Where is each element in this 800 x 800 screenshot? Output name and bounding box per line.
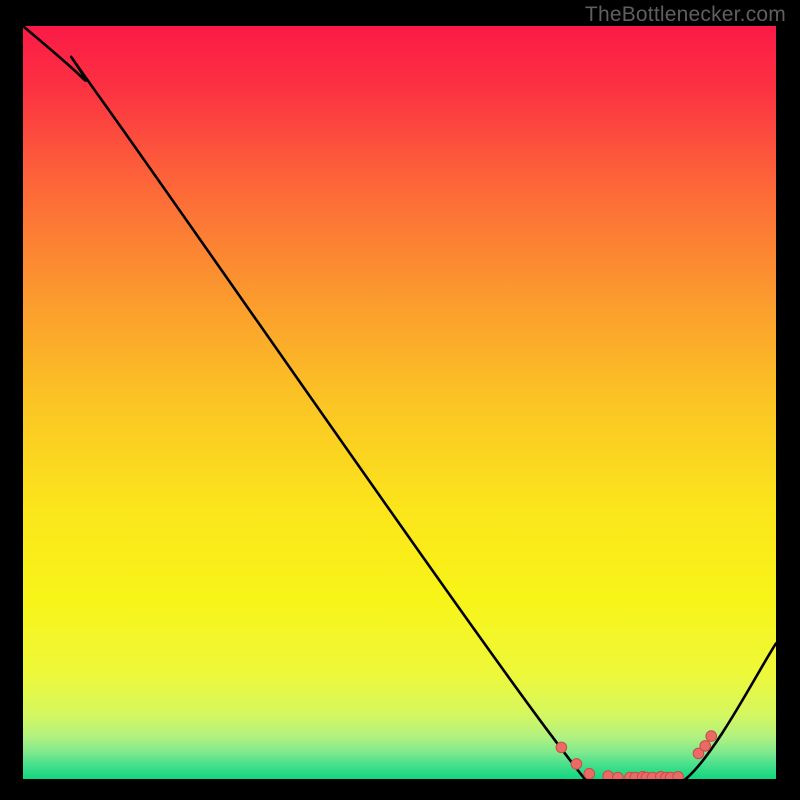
data-dot	[571, 759, 582, 770]
plot-area	[23, 26, 776, 779]
data-dot	[673, 771, 684, 779]
attribution-text: TheBottlenecker.com	[585, 3, 786, 27]
data-dot	[706, 731, 717, 742]
data-dot	[556, 742, 567, 753]
data-dot	[603, 771, 614, 779]
data-dot	[584, 768, 595, 779]
gradient-background	[23, 26, 776, 779]
chart-frame: TheBottlenecker.com	[0, 0, 800, 800]
plot-svg	[23, 26, 776, 779]
data-dot	[700, 741, 711, 752]
data-dot	[613, 772, 624, 779]
